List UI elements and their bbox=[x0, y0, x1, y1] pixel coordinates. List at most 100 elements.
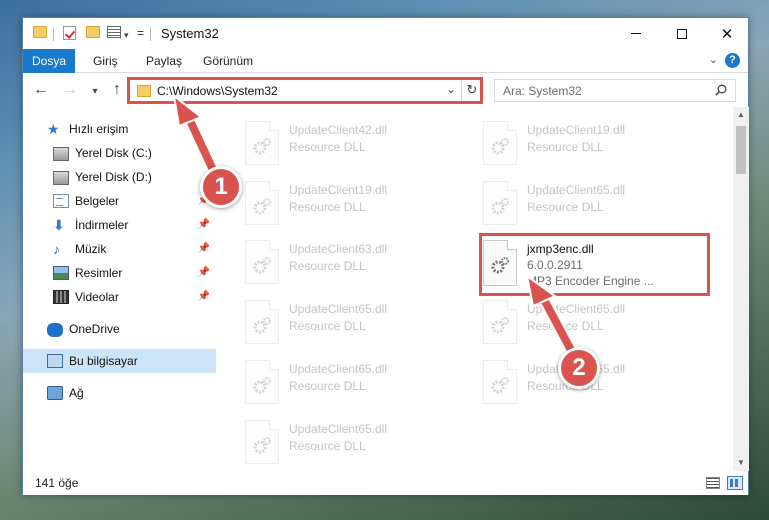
file-tile[interactable]: UpdateClient65.dll Resource DLL bbox=[245, 420, 469, 470]
gear-icon bbox=[491, 138, 509, 155]
scroll-down-icon[interactable]: ▼ bbox=[733, 455, 749, 471]
file-type: Resource DLL bbox=[289, 439, 366, 453]
minimize-button[interactable] bbox=[613, 18, 659, 49]
file-name: UpdateClient65.dll bbox=[289, 302, 388, 316]
file-list: UpdateClient42.dll Resource DLL UpdateCl… bbox=[217, 107, 733, 471]
tab-file[interactable]: Dosya bbox=[23, 49, 75, 73]
sidebar-item-quick-access[interactable]: ★ Hızlı erişim bbox=[23, 117, 216, 141]
address-path[interactable]: C:\Windows\System32 bbox=[157, 84, 278, 98]
gear-icon bbox=[253, 317, 271, 334]
sidebar-item-network[interactable]: Ağ bbox=[23, 381, 216, 405]
pin-icon[interactable]: 📌 bbox=[198, 291, 210, 302]
item-count: 141 öğe bbox=[35, 476, 79, 490]
sidebar-item-label: Belgeler bbox=[75, 194, 120, 208]
tiles-view-icon[interactable] bbox=[727, 476, 743, 490]
pin-icon[interactable]: 📌 bbox=[198, 267, 210, 278]
details-view-icon[interactable] bbox=[706, 477, 720, 489]
vertical-scrollbar[interactable]: ▲ ▼ bbox=[733, 107, 749, 471]
search-icon bbox=[715, 84, 727, 96]
network-icon bbox=[47, 386, 63, 400]
sidebar-item-label: Hızlı erişim bbox=[69, 122, 129, 136]
up-button[interactable]: ↑ bbox=[107, 81, 127, 101]
new-folder-icon[interactable] bbox=[86, 26, 100, 38]
explorer-window: ▾ = System32 ✕ Dosya Giriş Paylaş Görünü… bbox=[22, 17, 749, 495]
file-tile[interactable]: UpdateClient19.dll Resource DLL bbox=[245, 181, 469, 231]
sidebar-item-label: Bu bilgisayar bbox=[69, 354, 138, 368]
sidebar-item-label: Ağ bbox=[69, 386, 84, 400]
maximize-icon bbox=[677, 28, 687, 39]
maximize-button[interactable] bbox=[659, 18, 705, 49]
file-tile[interactable]: UpdateClient19.dll Resource DLL bbox=[483, 121, 707, 171]
tab-home[interactable]: Giriş bbox=[82, 49, 129, 73]
close-icon: ✕ bbox=[720, 25, 734, 43]
pin-icon[interactable]: 📌 bbox=[198, 219, 210, 230]
gear-icon bbox=[253, 437, 271, 454]
help-icon[interactable]: ? bbox=[725, 53, 740, 68]
disk-icon bbox=[53, 171, 69, 185]
gear-icon bbox=[253, 138, 271, 155]
properties-check-icon[interactable] bbox=[63, 26, 76, 40]
file-type: Resource DLL bbox=[527, 200, 604, 214]
file-tile[interactable]: UpdateClient65.dll Resource DLL bbox=[483, 181, 707, 231]
download-icon: ⬇ bbox=[53, 217, 65, 233]
back-button[interactable]: ← bbox=[31, 81, 51, 101]
gear-icon bbox=[491, 257, 509, 274]
sidebar-item-pictures[interactable]: Resimler 📌 bbox=[23, 261, 216, 285]
refresh-button[interactable]: ↻ bbox=[461, 80, 482, 101]
disk-icon bbox=[53, 147, 69, 161]
scroll-up-icon[interactable]: ▲ bbox=[733, 107, 749, 123]
sidebar-item-this-pc[interactable]: Bu bilgisayar bbox=[23, 349, 216, 373]
forward-button[interactable]: → bbox=[60, 81, 80, 101]
expand-ribbon-icon[interactable]: ⌄ bbox=[709, 53, 718, 66]
file-name: UpdateClient65.dll bbox=[289, 362, 388, 376]
step-badge-2: 2 bbox=[558, 347, 600, 389]
step-badge-1: 1 bbox=[200, 166, 242, 208]
file-tile-jxmp3enc[interactable]: jxmp3enc.dll 6.0.0.2911 MP3 Encoder Engi… bbox=[483, 240, 707, 290]
address-bar[interactable]: C:\Windows\System32 ⌄ ↻ bbox=[128, 79, 483, 102]
sidebar-item-music[interactable]: ♪ Müzik 📌 bbox=[23, 237, 216, 261]
gear-icon bbox=[253, 257, 271, 274]
close-button[interactable]: ✕ bbox=[704, 18, 750, 49]
file-name: jxmp3enc.dll bbox=[527, 242, 594, 256]
divider bbox=[53, 27, 54, 41]
gear-icon bbox=[253, 377, 271, 394]
file-name: UpdateClient19.dll bbox=[289, 183, 388, 197]
music-icon: ♪ bbox=[53, 241, 60, 257]
customize-toolbar-icon[interactable]: = bbox=[137, 25, 144, 41]
pictures-icon bbox=[53, 266, 69, 280]
file-tile[interactable]: UpdateClient65.dll Resource DLL bbox=[483, 300, 707, 350]
sidebar-item-disk-c[interactable]: Yerel Disk (C:) bbox=[23, 141, 216, 165]
divider bbox=[150, 27, 151, 41]
tab-view[interactable]: Görünüm bbox=[192, 49, 264, 73]
file-tile[interactable]: UpdateClient65.dll Resource DLL bbox=[245, 300, 469, 350]
scroll-thumb[interactable] bbox=[736, 126, 746, 174]
file-type: Resource DLL bbox=[289, 259, 366, 273]
gear-icon bbox=[491, 317, 509, 334]
file-type: Resource DLL bbox=[527, 319, 604, 333]
sidebar-item-label: Yerel Disk (C:) bbox=[75, 146, 152, 160]
sidebar-item-label: Yerel Disk (D:) bbox=[75, 170, 152, 184]
folder-icon bbox=[137, 85, 151, 97]
sidebar-item-onedrive[interactable]: OneDrive bbox=[23, 317, 216, 341]
search-input[interactable]: Ara: System32 bbox=[494, 79, 736, 102]
file-name: UpdateClient19.dll bbox=[527, 123, 626, 137]
file-type: Resource DLL bbox=[289, 379, 366, 393]
tab-share[interactable]: Paylaş bbox=[135, 49, 193, 73]
window-title: System32 bbox=[161, 26, 219, 41]
recent-locations-button[interactable]: ▾ bbox=[85, 83, 105, 103]
file-tile[interactable]: UpdateClient42.dll Resource DLL bbox=[245, 121, 469, 171]
rename-icon[interactable] bbox=[107, 26, 121, 38]
chevron-down-icon[interactable]: ⌄ bbox=[446, 82, 456, 96]
file-type: Resource DLL bbox=[289, 140, 366, 154]
sidebar-item-label: İndirmeler bbox=[75, 218, 129, 232]
sidebar-item-videos[interactable]: Videolar 📌 bbox=[23, 285, 216, 309]
file-tile[interactable]: UpdateClient65.dll Resource DLL bbox=[245, 360, 469, 410]
sidebar-item-downloads[interactable]: ⬇ İndirmeler 📌 bbox=[23, 213, 216, 237]
pin-icon[interactable]: 📌 bbox=[198, 243, 210, 254]
sidebar-item-documents[interactable]: Belgeler 📌 bbox=[23, 189, 216, 213]
chevron-down-icon[interactable]: ▾ bbox=[124, 27, 129, 43]
sidebar-item-disk-d[interactable]: Yerel Disk (D:) bbox=[23, 165, 216, 189]
file-description: MP3 Encoder Engine ... bbox=[527, 274, 654, 288]
file-tile[interactable]: UpdateClient63.dll Resource DLL bbox=[245, 240, 469, 290]
sidebar-item-label: Resimler bbox=[75, 266, 123, 280]
